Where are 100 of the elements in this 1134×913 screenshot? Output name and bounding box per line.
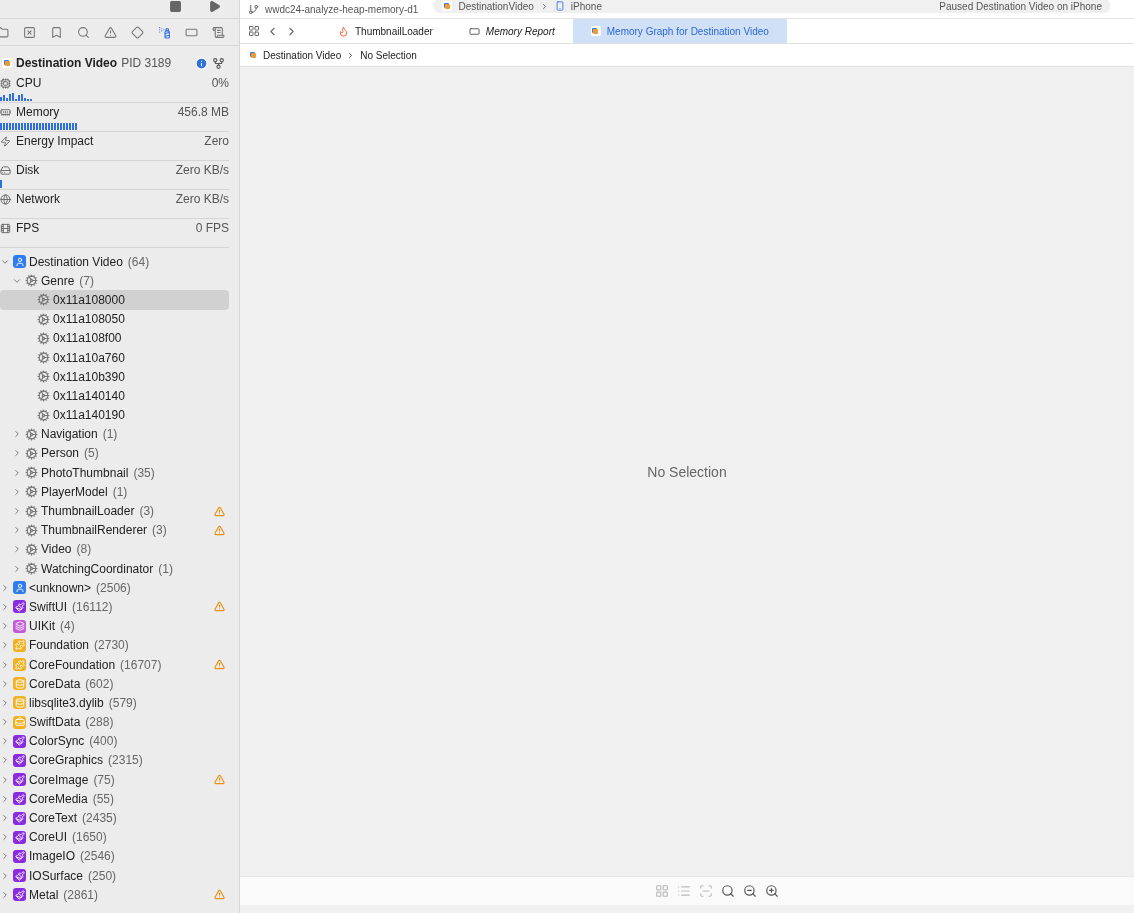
editor-tab[interactable]: Memory Graph for Destination Video xyxy=(572,19,787,43)
tree-row[interactable]: ImageIO (2546) xyxy=(0,846,229,866)
scheme-name[interactable]: DestinationVideo xyxy=(458,0,534,12)
editor-tab[interactable]: Memory Report xyxy=(450,19,573,43)
tree-row[interactable]: SwiftData (288) xyxy=(0,712,229,732)
chevron-right-icon[interactable] xyxy=(0,889,10,900)
tree-row[interactable]: CoreGraphics (2315) xyxy=(0,750,229,771)
tree-row[interactable]: SwiftUI (16112) xyxy=(0,597,229,617)
folder-navigator-icon[interactable] xyxy=(0,25,9,39)
grid-icon[interactable] xyxy=(248,24,260,37)
tree-row[interactable]: IOSurface (250) xyxy=(0,866,229,886)
node-name: IOSurface xyxy=(29,868,84,883)
tree-row[interactable]: <unknown> (2506) xyxy=(0,578,229,598)
chevron-right-icon[interactable] xyxy=(0,621,10,632)
device-name[interactable]: iPhone xyxy=(570,0,602,12)
tree-row[interactable]: ColorSync (400) xyxy=(0,731,229,751)
breadcrumb-item[interactable]: Destination Video xyxy=(263,49,342,61)
tree-row[interactable]: 0x11a108050 xyxy=(0,309,229,329)
branch-icon[interactable] xyxy=(212,56,225,70)
tree-row[interactable]: 0x11a140190 xyxy=(0,405,229,425)
chevron-right-icon[interactable] xyxy=(0,851,10,862)
chevron-right-icon[interactable] xyxy=(0,640,10,651)
stop-icon[interactable] xyxy=(169,0,182,13)
source-navigator-icon[interactable] xyxy=(23,25,36,39)
issue-navigator-icon[interactable] xyxy=(104,25,117,39)
tree-row[interactable]: Metal (2861) xyxy=(0,885,229,905)
tree-row[interactable]: CoreImage (75) xyxy=(0,770,229,790)
phone-icon xyxy=(554,1,565,11)
tree-row[interactable]: UIKit (4) xyxy=(0,616,229,636)
test-navigator-icon[interactable] xyxy=(131,25,144,39)
tree-row[interactable]: 0x11a10a760 xyxy=(0,347,229,368)
gauge-row[interactable]: CPU 0% xyxy=(0,74,229,103)
chevron-right-icon[interactable] xyxy=(0,755,10,766)
node-count: (75) xyxy=(93,772,116,787)
chevron-right-icon[interactable] xyxy=(12,544,22,555)
chevron-right-icon[interactable] xyxy=(0,813,10,824)
chevron-right-icon[interactable] xyxy=(0,582,10,593)
tree-row[interactable]: Genre (7) xyxy=(0,271,229,291)
chevron-right-icon[interactable] xyxy=(12,448,22,459)
chevron-right-icon[interactable] xyxy=(0,736,10,747)
chevron-right-icon[interactable] xyxy=(0,601,10,612)
chevron-right-icon[interactable] xyxy=(0,774,10,785)
chevron-right-icon[interactable] xyxy=(0,832,10,843)
gauge-label: Network xyxy=(16,192,61,206)
tree-row[interactable]: libsqlite3.dylib (579) xyxy=(0,693,229,713)
tree-row[interactable]: 0x11a108000 xyxy=(0,290,229,310)
chevron-right-icon[interactable] xyxy=(0,793,10,804)
chevron-right-icon[interactable] xyxy=(12,506,22,517)
tree-row[interactable]: ThumbnailLoader (3) xyxy=(0,501,229,521)
tree-row[interactable]: CoreUI (1650) xyxy=(0,827,229,847)
zoom-out-icon[interactable] xyxy=(743,884,757,898)
gauge-row[interactable]: Energy Impact Zero xyxy=(0,132,229,161)
tree-row[interactable]: CoreData (602) xyxy=(0,674,229,694)
node-count: (400) xyxy=(89,734,119,749)
tree-row[interactable]: CoreMedia (55) xyxy=(0,789,229,809)
tree-row[interactable]: PhotoThumbnail (35) xyxy=(0,463,229,483)
gauge-row[interactable]: Memory 456.8 MB xyxy=(0,103,229,132)
scheme-bar[interactable]: DestinationVideo iPhone Paused Destination Video on iPhone xyxy=(434,0,1110,13)
chevron-right-icon[interactable] xyxy=(12,563,22,574)
usage-graph xyxy=(0,93,33,101)
tree-row[interactable]: 0x11a140140 xyxy=(0,386,229,406)
tree-row[interactable]: ThumbnailRenderer (3) xyxy=(0,520,229,540)
node-count: (16112) xyxy=(72,599,114,614)
gauge-row[interactable]: FPS 0 FPS xyxy=(0,219,229,248)
tree-row[interactable]: CoreFoundation (16707) xyxy=(0,654,229,675)
editor-tab[interactable]: ThumbnailLoader xyxy=(320,19,451,43)
debug-navigator-icon[interactable] xyxy=(158,25,171,39)
tree-row[interactable]: Video (8) xyxy=(0,539,229,559)
gauge-row[interactable]: Network Zero KB/s xyxy=(0,190,229,219)
tree-row[interactable]: Navigation (1) xyxy=(0,424,229,444)
tree-row[interactable]: 0x11a10b390 xyxy=(0,367,229,387)
tree-row[interactable]: Destination Video (64) xyxy=(0,252,229,272)
zoom-fit-icon[interactable] xyxy=(721,884,735,898)
tree-row[interactable]: Person (5) xyxy=(0,443,229,464)
app-icon xyxy=(442,1,453,11)
chevron-right-icon[interactable] xyxy=(0,659,10,670)
chevron-right-icon[interactable] xyxy=(0,717,10,728)
chevron-right-icon[interactable] xyxy=(12,467,22,478)
gauge-row[interactable]: Disk Zero KB/s xyxy=(0,161,229,190)
cylinder-icon xyxy=(13,677,26,691)
tree-row[interactable]: WatchingCoordinator (1) xyxy=(0,559,229,579)
tree-row[interactable]: PlayerModel (1) xyxy=(0,482,229,502)
tree-row[interactable]: Foundation (2730) xyxy=(0,635,229,655)
info-icon[interactable] xyxy=(195,56,208,70)
report-navigator-icon[interactable] xyxy=(212,25,225,39)
chevron-right-icon[interactable] xyxy=(12,429,22,440)
search-navigator-icon[interactable] xyxy=(77,25,90,39)
chevron-right-icon[interactable] xyxy=(12,486,22,497)
run-icon[interactable] xyxy=(208,0,221,13)
chevron-right-icon[interactable] xyxy=(12,525,22,536)
gauge-reading: 0 FPS xyxy=(195,221,229,235)
node-count: (64) xyxy=(127,254,151,269)
chevron-right-icon[interactable] xyxy=(0,697,10,708)
chevron-right-icon[interactable] xyxy=(0,678,10,689)
zoom-in-icon[interactable] xyxy=(765,884,779,898)
chevron-right-icon[interactable] xyxy=(0,870,10,881)
bookmark-navigator-icon[interactable] xyxy=(50,25,63,39)
breadcrumb-item[interactable]: No Selection xyxy=(360,49,417,61)
tree-row[interactable]: 0x11a108f00 xyxy=(0,328,229,348)
tree-row[interactable]: CoreText (2435) xyxy=(0,808,229,828)
